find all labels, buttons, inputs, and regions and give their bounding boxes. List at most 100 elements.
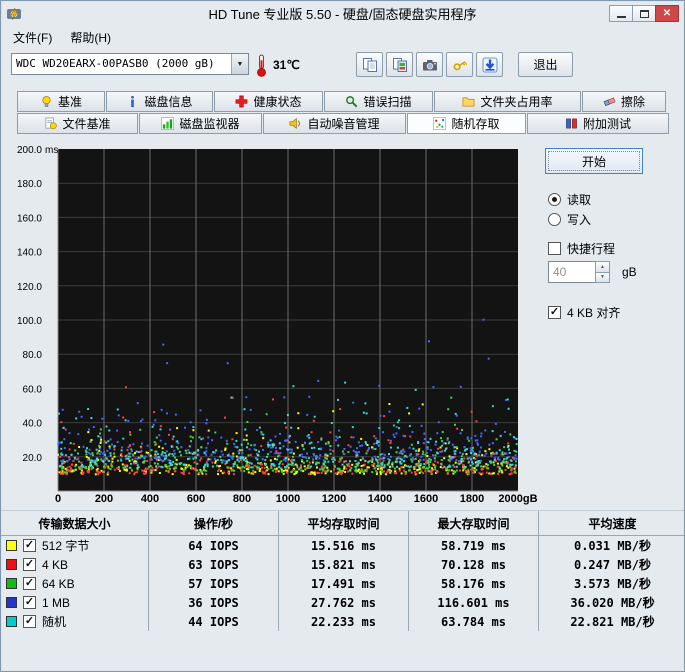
tab-label: 随机存取 [451,117,500,131]
titlebar[interactable]: HD Tune 专业版 5.50 - 硬盘/固态硬盘实用程序 ✕ [1,1,684,26]
svg-text:2000gB: 2000gB [498,493,537,505]
bulb-icon [40,95,53,108]
series-checkbox[interactable] [23,615,36,628]
copy-image-icon [392,57,408,73]
copy-image-button[interactable] [386,52,413,77]
col-header-avg-speed: 平均速度 [588,516,637,531]
write-radio[interactable] [548,213,561,226]
short-stroke-option[interactable]: 快捷行程 [548,240,615,257]
tab-bulb[interactable]: 基准 [17,91,105,112]
thermometer-icon [255,53,268,78]
series-checkbox[interactable] [23,596,36,609]
minimize-button[interactable] [609,5,633,22]
tab-file-benchmark[interactable]: 文件基准 [17,113,138,134]
iops-value: 36 IOPS [149,593,279,612]
menu-file[interactable]: 文件(F) [4,26,61,49]
app-icon [6,6,22,22]
svg-text:1600: 1600 [414,493,438,505]
tab-folder[interactable]: 文件夹占用率 [434,91,581,112]
tab-scan[interactable]: 错误扫描 [324,91,433,112]
series-color-swatch [6,616,17,627]
tab-extra-tests[interactable]: 附加测试 [527,113,669,134]
series-label: 4 KB [42,557,69,572]
table-row: 4 KB 63 IOPS15.821 ms70.128 ms 0.247 MB/秒 [1,555,684,574]
max-access-value: 63.784 ms [409,612,539,631]
chevron-down-icon: ▼ [236,60,244,68]
svg-text:1000: 1000 [276,493,300,505]
menu-help[interactable]: 帮助(H) [61,26,120,49]
health-icon [235,95,248,108]
iops-value: 44 IOPS [149,612,279,631]
series-name-cell: 1 MB [1,593,149,612]
svg-text:800: 800 [233,493,251,505]
short-stroke-checkbox[interactable] [548,242,561,255]
series-color-swatch [6,578,17,589]
align-checkbox[interactable] [548,306,561,319]
tab-info[interactable]: 磁盘信息 [106,91,213,112]
maximize-button[interactable] [632,5,656,22]
series-checkbox[interactable] [23,577,36,590]
read-radio[interactable] [548,193,561,206]
toolbar-buttons [356,52,503,77]
series-color-swatch [6,597,17,608]
results-table: 传输数据大小 操作/秒 平均存取时间 最大存取时间 平均速度 512 字节 64 … [1,510,684,631]
capacity-input[interactable] [548,261,596,283]
drive-select[interactable]: WDC WD20EARX-00PASB0 (2000 gB) ▼ [11,53,249,75]
series-checkbox[interactable] [23,539,36,552]
svg-text:0: 0 [55,493,61,505]
svg-text:1400: 1400 [368,493,392,505]
folder-icon [462,95,475,108]
drive-select-value: WDC WD20EARX-00PASB0 (2000 gB) [16,57,215,70]
tab-label: 自动噪音管理 [307,117,380,131]
tab-random-access[interactable]: 随机存取 [407,113,526,134]
update-button[interactable] [476,52,503,77]
tab-monitor[interactable]: 磁盘监视器 [139,113,262,134]
drive-select-arrow-button[interactable]: ▼ [231,54,248,74]
window-title: HD Tune 专业版 5.50 - 硬盘/固态硬盘实用程序 [208,7,477,22]
avg-speed-value: 0.247 MB/秒 [573,558,652,572]
hdtune-window: HD Tune 专业版 5.50 - 硬盘/固态硬盘实用程序 ✕ 文件(F) 帮… [0,0,685,672]
avg-access-value: 15.516 ms [279,536,409,555]
download-icon [482,57,498,73]
short-stroke-label: 快捷行程 [567,242,616,256]
svg-text:1200: 1200 [322,493,346,505]
menubar: 文件(F) 帮助(H) [1,26,684,48]
series-checkbox[interactable] [23,558,36,571]
close-button[interactable]: ✕ [655,5,679,22]
copy-button[interactable] [356,52,383,77]
series-label: 随机 [42,615,67,629]
scan-icon [345,95,358,108]
start-button[interactable]: 开始 [545,148,643,174]
spin-down-button[interactable]: ▼ [595,271,610,283]
max-access-value: 58.719 ms [409,536,539,555]
tab-erase[interactable]: 擦除 [582,91,666,112]
tab-label: 文件基准 [62,117,111,131]
tab-health[interactable]: 健康状态 [214,91,323,112]
capacity-row: ▲ ▼ gB [548,261,637,283]
read-option[interactable]: 读取 [548,191,591,208]
series-color-swatch [6,559,17,570]
write-label: 写入 [567,213,592,227]
svg-text:ms: ms [45,145,58,156]
temperature-value: 31℃ [273,58,300,72]
table-row: 512 字节 64 IOPS15.516 ms58.719 ms 0.031 MB/… [1,536,684,555]
tab-speaker[interactable]: 自动噪音管理 [263,113,406,134]
write-option[interactable]: 写入 [548,211,591,228]
col-header-iops: 操作/秒 [149,511,279,535]
table-row: 1 MB 36 IOPS27.762 ms116.601 ms 36.020 MB/… [1,593,684,612]
copy-icon [362,57,378,73]
series-label: 64 KB [42,576,75,591]
avg-access-value: 27.762 ms [279,593,409,612]
exit-button[interactable]: 退出 [518,52,573,77]
series-name-cell: 512 字节 [1,536,149,555]
results-body: 512 字节 64 IOPS15.516 ms58.719 ms 0.031 MB/… [1,536,684,631]
options-icon [452,57,468,73]
options-button[interactable] [446,52,473,77]
avg-access-value: 15.821 ms [279,555,409,574]
svg-text:400: 400 [141,493,159,505]
table-row: 随机 44 IOPS22.233 ms63.784 ms 22.821 MB/秒 [1,612,684,631]
screenshot-button[interactable] [416,52,443,77]
tab-label: 错误扫描 [363,95,412,109]
align-option[interactable]: 4 KB 对齐 [548,304,620,321]
iops-value: 64 IOPS [149,536,279,555]
